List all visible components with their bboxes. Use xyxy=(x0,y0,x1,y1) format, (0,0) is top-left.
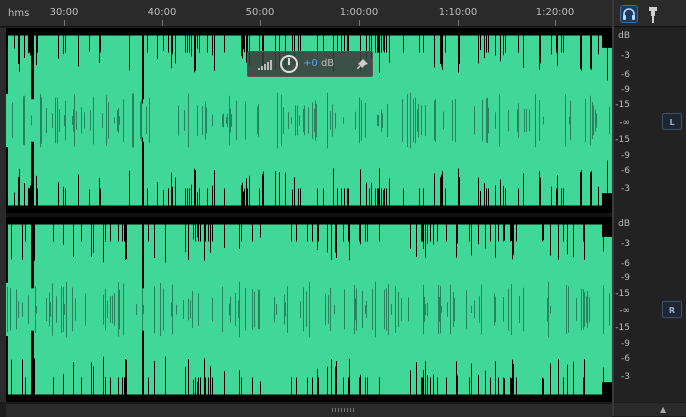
time-label: 1:00:00 xyxy=(339,7,379,18)
waveform-canvas xyxy=(6,35,612,395)
db-label: dB xyxy=(618,31,630,41)
tick-mark xyxy=(162,20,163,26)
db-label: -6 xyxy=(621,259,630,269)
tick-mark xyxy=(64,20,65,26)
db-label: -9 xyxy=(621,85,630,95)
volume-knob-icon[interactable] xyxy=(280,55,298,73)
time-units-label: hms xyxy=(8,8,30,19)
db-label: -9 xyxy=(621,273,630,283)
db-label: -3 xyxy=(621,372,630,382)
tick-mark xyxy=(359,20,360,26)
db-label: -6 xyxy=(621,70,630,80)
db-label: -9 xyxy=(621,339,630,349)
db-label: -15 xyxy=(615,135,630,145)
scroll-corner: ▲ xyxy=(614,403,686,416)
tick-mark xyxy=(555,20,556,26)
db-label: -15 xyxy=(615,100,630,110)
time-label: 40:00 xyxy=(147,7,177,18)
db-label: -15 xyxy=(615,289,630,299)
db-label: -∞ xyxy=(619,306,630,316)
volume-hud[interactable]: +0 dB xyxy=(247,51,373,77)
db-label: -15 xyxy=(615,323,630,333)
volume-bars-icon xyxy=(258,60,272,70)
tick-mark xyxy=(260,20,261,26)
db-label: -9 xyxy=(621,151,630,161)
db-label: -∞ xyxy=(619,118,630,128)
channel-r-button[interactable]: R xyxy=(662,301,682,318)
time-label: 1:20:00 xyxy=(535,7,575,18)
db-label: -3 xyxy=(621,239,630,249)
time-label: 30:00 xyxy=(49,7,79,18)
time-ruler[interactable]: hms 30:00 40:00 50:00 1:00:00 1:10:00 1:… xyxy=(0,0,613,27)
db-label: dB xyxy=(618,219,630,229)
db-label: -6 xyxy=(621,354,630,364)
horizontal-scrollbar[interactable] xyxy=(6,403,612,417)
time-label: 1:10:00 xyxy=(438,7,478,18)
scroll-up-icon[interactable]: ▲ xyxy=(660,405,666,414)
headphones-icon[interactable] xyxy=(620,5,638,23)
hud-pin-icon[interactable] xyxy=(357,58,369,70)
ruler-toolbar xyxy=(613,0,686,27)
tick-mark xyxy=(458,20,459,26)
waveform-channel xyxy=(6,224,612,395)
channel-l-button[interactable]: L xyxy=(662,113,682,130)
audio-editor: hms 30:00 40:00 50:00 1:00:00 1:10:00 1:… xyxy=(0,0,686,417)
time-label: 50:00 xyxy=(245,7,275,18)
pin-icon[interactable] xyxy=(646,6,660,24)
db-label: -3 xyxy=(621,51,630,61)
db-label: -3 xyxy=(621,184,630,194)
channel-divider xyxy=(6,213,612,217)
scroll-grip-icon[interactable] xyxy=(331,407,357,413)
db-label: -6 xyxy=(621,166,630,176)
volume-value: +0 dB xyxy=(303,58,335,69)
waveform-display[interactable] xyxy=(6,28,612,402)
amplitude-ruler: dB -3 -6 -9 -15 -∞ -15 -9 -6 -3 L dB -3 … xyxy=(614,28,686,402)
